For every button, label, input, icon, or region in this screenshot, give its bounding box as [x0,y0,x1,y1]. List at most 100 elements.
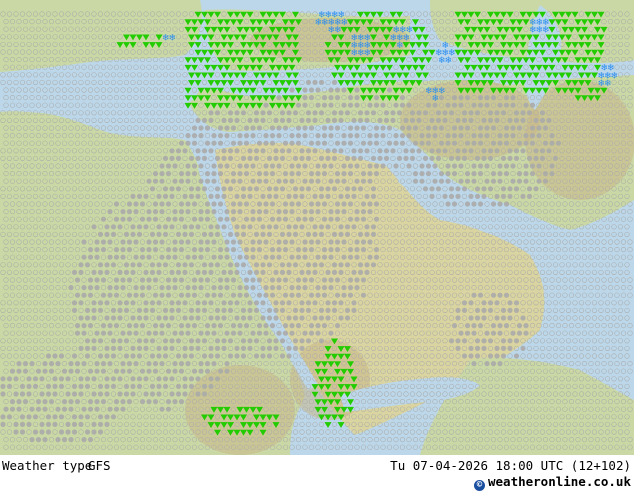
cloudy-icon [188,155,195,161]
cloudy-icon [367,133,373,139]
cloudy-icon [152,368,159,374]
cloudy-icon [169,193,175,199]
cloudy-icon [152,399,159,405]
cloudy-icon [117,345,123,351]
cloudy-icon [130,262,136,268]
cloudy-icon [182,224,188,230]
cloudy-icon [256,178,263,184]
cloudy-icon [393,133,399,139]
cloudy-icon [399,140,406,146]
cloudy-icon [198,209,204,215]
cloudy-icon [178,323,185,329]
cloudy-icon [175,262,182,268]
cloudy-icon [211,140,217,146]
cloudy-icon [334,277,341,283]
cloudy-icon [312,231,318,237]
cloudy-icon [152,216,159,222]
cloudy-icon [208,231,214,237]
cloudy-icon [240,193,247,199]
cloudy-icon [263,254,269,260]
cloudy-icon [325,155,331,161]
cloudy-icon [81,254,87,260]
cloudy-icon [253,353,260,359]
cloudy-icon [175,307,182,313]
cloudy-icon [484,95,490,101]
cloudy-icon [211,254,217,260]
cloudy-icon [357,110,364,116]
cloudy-icon [321,140,328,146]
cloudy-icon [182,315,188,321]
cloudy-icon [178,178,185,184]
cloudy-icon [214,315,221,321]
cloudy-icon [494,353,500,359]
cloudy-icon [503,201,510,207]
cloudy-icon [152,201,159,207]
cloudy-icon [321,163,328,169]
cloudy-icon [282,171,289,177]
cloudy-icon [390,110,396,116]
snow-icon: ❄ [169,33,177,43]
cloudy-icon [198,178,204,184]
cloudy-icon [94,277,100,283]
cloudy-icon [471,171,477,177]
cloudy-icon [299,117,305,123]
cloudy-icon [464,323,471,329]
cloudy-icon [87,247,94,253]
cloudy-icon [367,239,373,245]
snow-icon: ❄ [445,56,453,66]
cloudy-icon [221,148,227,154]
cloudy-icon [373,163,380,169]
cloudy-icon [477,171,484,177]
cloudy-icon [256,201,263,207]
cloudy-icon [263,209,269,215]
cloudy-icon [211,361,217,367]
cloudy-icon [211,323,217,329]
cloudy-icon [289,140,295,146]
cloudy-icon [217,140,224,146]
weather-map-page: ❄ ❄ ❄ ❄ ❄ ❄ ❄ ❄ ❄ ❄ ❄ ❄ ❄ ❄ ❄ ❄ ❄ ❄ ❄ ❄ ❄ ❄ ❄ ❄ ❄ ❄ ❄ ❄ ❄ ❄ ❄ ❄ ❄ ❄ ❄ ❄ ❄ ❄ ❄ ❄… [0,0,634,491]
cloudy-icon [156,391,162,397]
cloudy-icon [351,155,357,161]
cloudy-icon [263,102,269,108]
cloudy-icon [149,353,156,359]
cloudy-icon [214,231,221,237]
cloudy-icon [533,155,539,161]
cloudy-icon [302,285,308,291]
cloudy-icon [156,300,162,306]
cloudy-icon [136,193,143,199]
cloudy-icon [65,376,71,382]
cloudy-icon [9,399,16,405]
cloudy-icon [74,399,81,405]
cloudy-icon [351,186,357,192]
cloudy-icon [354,125,360,131]
cloudy-icon [321,216,328,222]
cloudy-icon [149,338,156,344]
cloudy-icon [152,171,159,177]
cloudy-icon [461,353,468,359]
cloudy-icon [289,171,295,177]
cloudy-icon [117,338,123,344]
cloudy-icon [367,201,373,207]
cloudy-icon [279,231,286,237]
cloudy-icon [299,155,305,161]
cloudy-icon [455,193,461,199]
cloudy-icon [539,155,546,161]
cloudy-icon [299,307,305,313]
cloudy-icon [113,399,120,405]
cloudy-icon [429,117,435,123]
cloudy-icon [529,102,536,108]
cloudy-icon [308,95,315,101]
cloudy-icon [383,155,390,161]
cloudy-icon [269,125,276,131]
cloudy-icon [318,231,325,237]
cloudy-icon [130,353,136,359]
cloudy-icon [520,110,526,116]
cloudy-icon [351,148,357,154]
cloudy-icon [100,277,107,283]
cloudy-icon [172,163,178,169]
cloudy-icon [494,315,500,321]
cloudy-icon [185,171,191,177]
cloudy-icon [113,368,120,374]
cloudy-icon [237,330,243,336]
cloudy-icon [198,277,204,283]
